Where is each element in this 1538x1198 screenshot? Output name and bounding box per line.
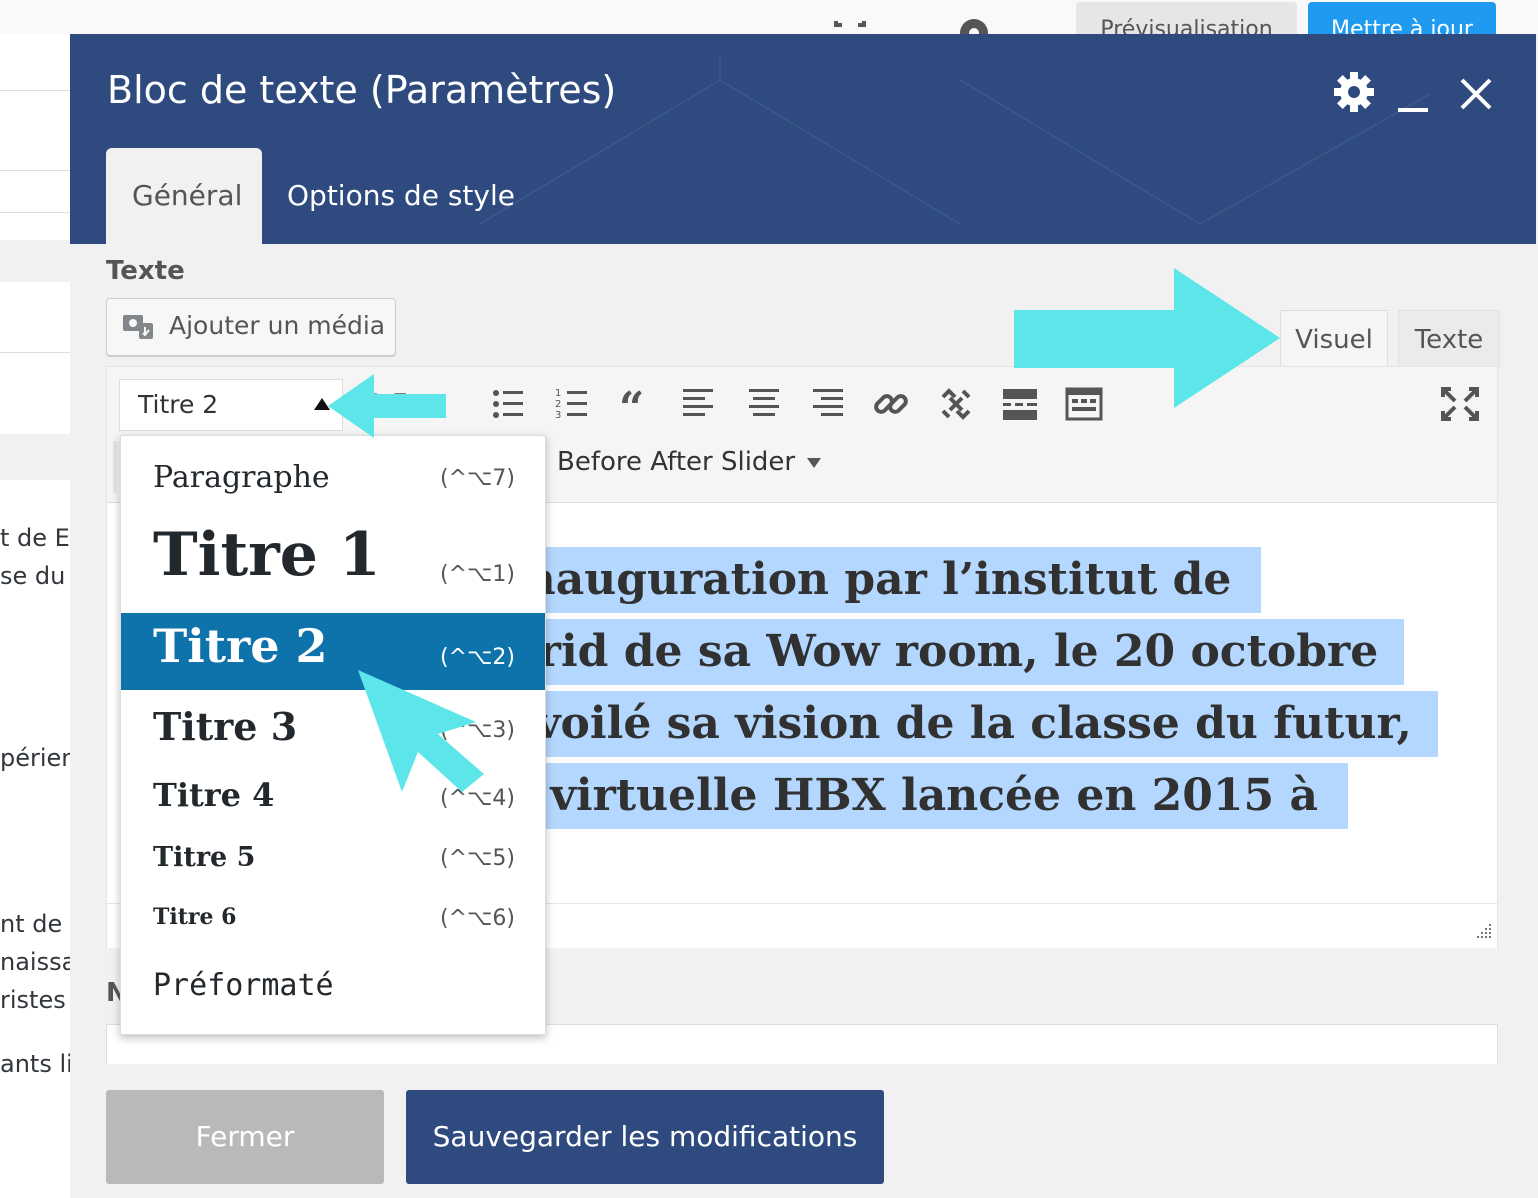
bg-text-fragment: se du	[0, 562, 66, 590]
format-option-label: Titre 4	[153, 776, 275, 814]
media-icon	[121, 311, 157, 347]
format-option-shortcut: (^⌥1)	[440, 562, 515, 587]
align-right-icon[interactable]	[807, 383, 849, 425]
add-media-button[interactable]: Ajouter un média	[106, 298, 396, 356]
link-icon[interactable]	[871, 383, 913, 425]
format-option-label: Titre 5	[153, 842, 256, 873]
format-option-preformatted[interactable]: Préformaté	[121, 960, 545, 1020]
tab-text[interactable]: Texte	[1398, 310, 1500, 369]
align-left-icon[interactable]	[679, 383, 721, 425]
add-media-label: Ajouter un média	[169, 311, 386, 340]
modal-title: Bloc de texte (Paramètres)	[107, 68, 617, 112]
format-option-label: Titre 2	[153, 619, 328, 673]
modal-header: Bloc de texte (Paramètres) Général Optio…	[70, 34, 1536, 244]
minimize-icon[interactable]	[1396, 74, 1430, 114]
format-option-label: Titre 1	[153, 520, 381, 590]
annotation-arrow-right	[1014, 268, 1280, 408]
tab-style-options[interactable]: Options de style	[260, 148, 542, 244]
format-select-value: Titre 2	[138, 390, 219, 419]
format-option-shortcut: (^⌥5)	[440, 846, 515, 871]
svg-text:“: “	[619, 383, 644, 425]
format-option-shortcut: (^⌥2)	[440, 645, 515, 670]
format-option-h5[interactable]: Titre 5 (^⌥5)	[121, 836, 545, 892]
bg-text-fragment: ristes	[0, 986, 66, 1014]
content-line: évoilé sa vision de la classe du futur,	[507, 691, 1438, 757]
svg-text:3: 3	[555, 410, 561, 421]
annotation-cursor-arrow	[358, 670, 484, 792]
format-select[interactable]: Titre 2	[119, 379, 343, 431]
admin-top-bar: Prévisualisation Mettre à jour	[0, 0, 1538, 34]
update-button[interactable]: Mettre à jour	[1308, 2, 1496, 34]
blockquote-icon[interactable]: “	[615, 383, 657, 425]
bg-text-fragment: naissa	[0, 948, 70, 976]
format-option-paragraph[interactable]: Paragraphe (^⌥7)	[121, 450, 545, 506]
close-icon[interactable]	[1456, 74, 1496, 114]
format-option-h6[interactable]: Titre 6 (^⌥6)	[121, 898, 545, 954]
text-field-label: Texte	[106, 256, 185, 286]
fullscreen-icon[interactable]	[832, 0, 872, 34]
format-option-label: Préformaté	[153, 968, 334, 1003]
chevron-down-icon	[807, 457, 822, 468]
tab-general[interactable]: Général	[106, 148, 262, 244]
before-after-slider-label: Before After Slider	[557, 447, 796, 477]
bg-text-fragment: t de E	[0, 524, 70, 552]
distraction-free-icon[interactable]	[1439, 383, 1481, 425]
tab-visual[interactable]: Visuel	[1280, 310, 1388, 369]
bg-text-fragment: ants li	[0, 1050, 70, 1078]
format-option-shortcut: (^⌥7)	[440, 466, 515, 491]
unlink-icon[interactable]	[935, 383, 977, 425]
svg-text:1: 1	[555, 388, 561, 399]
content-line: e virtuelle HBX lancée en 2015 à	[507, 763, 1348, 829]
bg-text-fragment: périen	[0, 744, 70, 772]
modal-footer: Fermer Sauvegarder les modifications	[70, 1064, 1536, 1198]
format-option-shortcut: (^⌥6)	[440, 906, 515, 931]
align-center-icon[interactable]	[743, 383, 785, 425]
before-after-slider-menu[interactable]: Before After Slider	[557, 447, 822, 477]
bullet-list-icon[interactable]	[487, 383, 529, 425]
content-line: drid de sa Wow room, le 20 octobre	[507, 619, 1405, 685]
content-line: inauguration par l’institut de	[507, 547, 1262, 613]
resize-grip-icon[interactable]	[1475, 922, 1493, 944]
annotation-arrow-left	[328, 374, 446, 438]
background-content: t de E se du périen nt de naissa ristes …	[0, 34, 70, 1198]
gear-icon[interactable]	[952, 0, 996, 34]
format-option-h1[interactable]: Titre 1 (^⌥1)	[121, 514, 545, 612]
preview-button[interactable]: Prévisualisation	[1076, 2, 1297, 34]
format-option-label: Paragraphe	[153, 460, 330, 495]
close-button[interactable]: Fermer	[106, 1090, 384, 1184]
format-option-label: Titre 6	[153, 904, 237, 930]
save-button[interactable]: Sauvegarder les modifications	[406, 1090, 884, 1184]
settings-icon[interactable]	[1332, 70, 1376, 114]
format-option-label: Titre 3	[153, 704, 298, 749]
numbered-list-icon[interactable]: 123	[551, 383, 593, 425]
svg-text:2: 2	[555, 399, 561, 410]
bg-text-fragment: nt de	[0, 910, 63, 938]
